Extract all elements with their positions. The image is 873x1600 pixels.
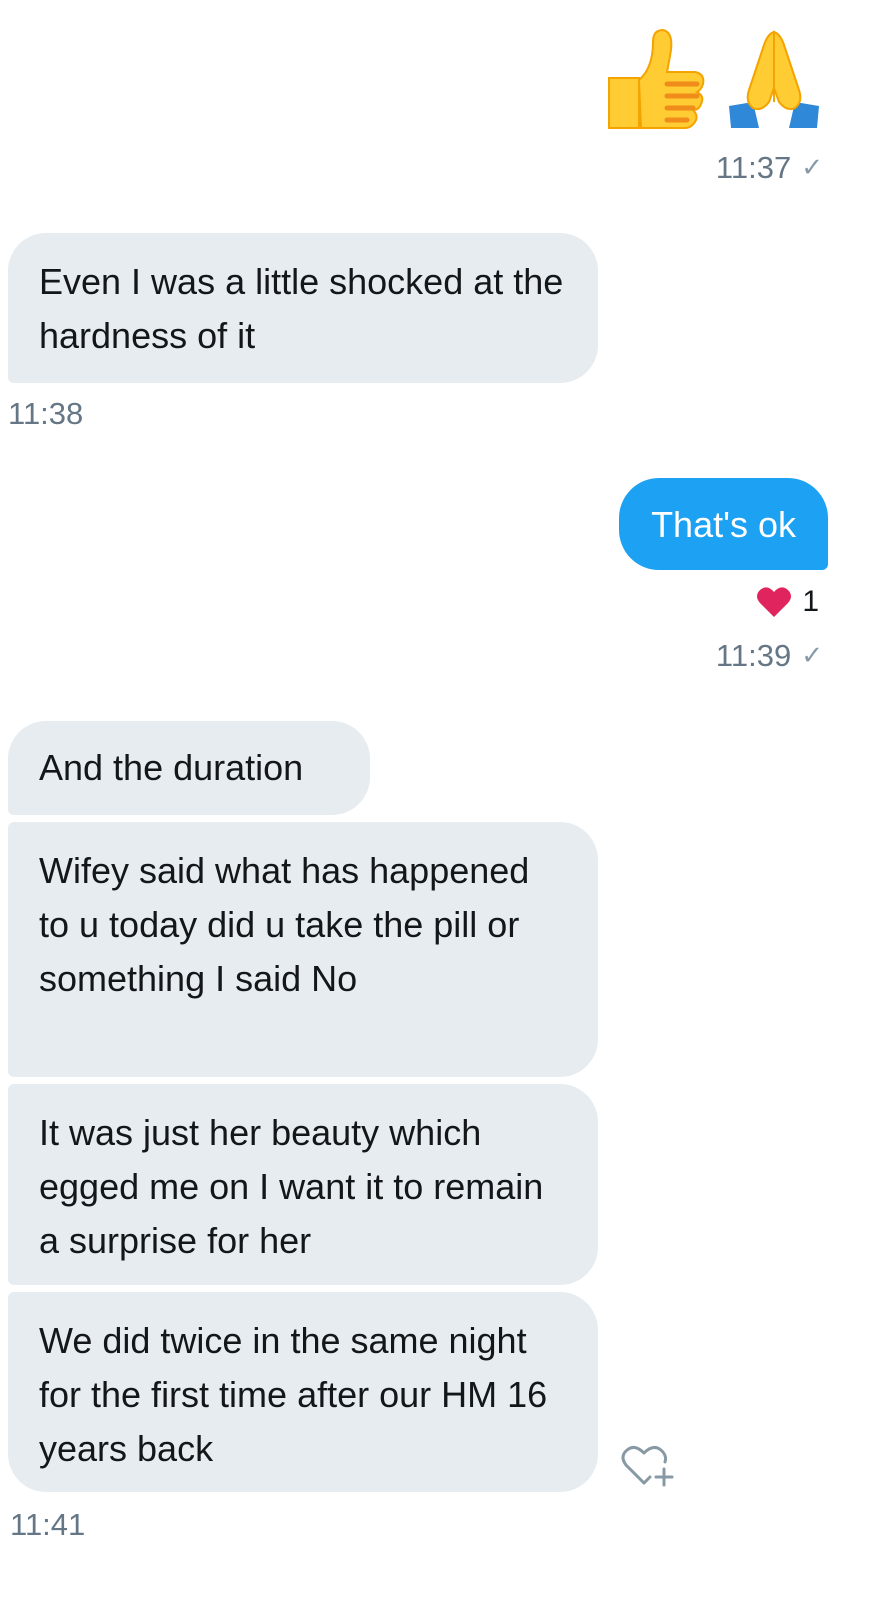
thumbs-up-icon — [608, 28, 705, 129]
incoming-message-bubble[interactable]: And the duration — [8, 721, 370, 815]
check-icon: ✓ — [801, 152, 823, 182]
incoming-message-bubble[interactable]: Even I was a little shocked at the hardn… — [8, 233, 598, 383]
timestamp-text: 11:38 — [8, 396, 84, 431]
outgoing-message-bubble[interactable]: That's ok — [619, 478, 828, 570]
heart-icon — [757, 587, 792, 617]
timestamp: 11:37 ✓ — [716, 149, 823, 186]
folded-hands-icon — [729, 30, 819, 128]
incoming-message-bubble[interactable]: It was just her beauty which egged me on… — [8, 1084, 598, 1285]
incoming-message-bubble[interactable]: Wifey said what has happened to u today … — [8, 822, 598, 1077]
message-text: We did twice in the same night for the f… — [39, 1320, 548, 1469]
reaction-count: 1 — [802, 585, 819, 618]
message-text: It was just her beauty which egged me on… — [39, 1112, 544, 1261]
reaction[interactable]: 1 — [756, 585, 819, 619]
incoming-message-bubble[interactable]: We did twice in the same night for the f… — [8, 1292, 598, 1492]
message-text: Even I was a little shocked at the hardn… — [39, 261, 564, 356]
message-text: That's ok — [651, 504, 796, 545]
timestamp-text: 11:39 — [715, 638, 792, 673]
timestamp: 11:41 — [10, 1507, 85, 1543]
check-icon: ✓ — [801, 640, 823, 670]
message-text: Wifey said what has happened to u today … — [39, 850, 530, 999]
heart-plus-icon[interactable] — [620, 1443, 678, 1489]
emoji-message[interactable] — [601, 28, 831, 138]
timestamp: 11:39 ✓ — [716, 637, 823, 674]
timestamp-text: 11:41 — [10, 1507, 86, 1542]
timestamp: 11:38 — [8, 396, 83, 432]
message-text: And the duration — [39, 747, 304, 788]
timestamp-text: 11:37 — [715, 150, 792, 185]
